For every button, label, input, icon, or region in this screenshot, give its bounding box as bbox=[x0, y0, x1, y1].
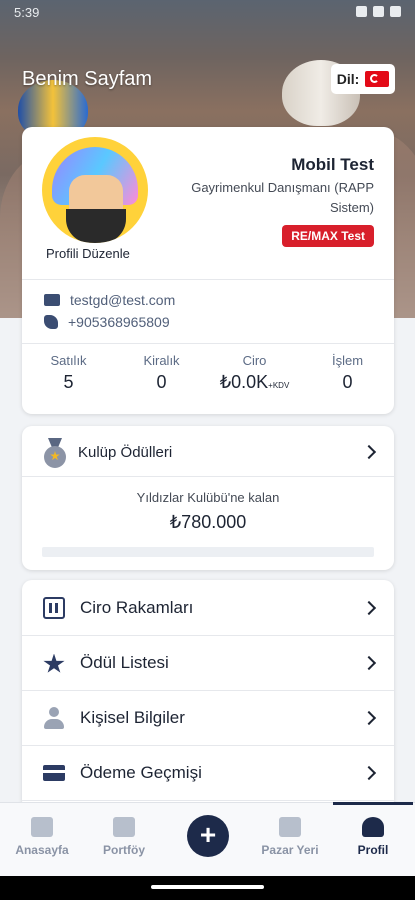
office-badge: RE/MAX Test bbox=[282, 225, 374, 247]
menu-item-odul[interactable]: Ödül Listesi bbox=[22, 635, 394, 691]
profile-title: Gayrimenkul Danışmanı (RAPP Sistem) bbox=[191, 180, 374, 215]
stat-value: 0 bbox=[156, 372, 167, 392]
system-icons bbox=[356, 6, 401, 17]
profile-name: Mobil Test bbox=[291, 155, 374, 174]
club-subtitle: Yıldızlar Kulübü'ne kalan bbox=[136, 490, 280, 505]
club-awards-card: Kulüp Ödülleri Yıldızlar Kulübü'ne kalan… bbox=[22, 426, 394, 570]
divider bbox=[22, 343, 394, 344]
nav-label: Profil bbox=[357, 843, 389, 857]
chevron-right-icon bbox=[361, 765, 377, 780]
phone-icon bbox=[44, 315, 58, 329]
page-title: Benim Sayfam bbox=[22, 68, 153, 90]
nav-marketplace[interactable]: Pazar Yeri bbox=[250, 803, 330, 877]
menu-card: Ciro Rakamları Ödül Listesi Kişisel Bilg… bbox=[22, 580, 394, 810]
stat-islem: İşlem 0 bbox=[308, 353, 388, 393]
email-text: testgd@test.com bbox=[70, 292, 176, 308]
chevron-right-icon bbox=[361, 444, 377, 460]
menu-item-odeme[interactable]: Ödeme Geçmişi bbox=[22, 745, 394, 801]
award-icon bbox=[43, 651, 65, 675]
add-button[interactable]: + bbox=[187, 815, 229, 857]
stat-kiralik: Kiralık 0 bbox=[122, 353, 202, 393]
nav-label: Anasayfa bbox=[15, 843, 69, 857]
stat-ciro: Ciro ₺0.0K+KDV bbox=[215, 353, 295, 393]
edit-profile-link[interactable]: Profili Düzenle bbox=[46, 246, 130, 261]
home-gesture-pill[interactable] bbox=[151, 885, 264, 889]
portfolio-icon bbox=[113, 817, 135, 837]
system-navigation-bar bbox=[0, 876, 415, 900]
menu-item-ciro[interactable]: Ciro Rakamları bbox=[22, 580, 394, 636]
language-label: Dil: bbox=[336, 71, 360, 87]
menu-item-label: Ödeme Geçmişi bbox=[80, 762, 202, 782]
wifi-icon bbox=[356, 6, 367, 17]
chevron-right-icon bbox=[361, 600, 377, 615]
medal-icon bbox=[44, 438, 66, 468]
stat-label: Ciro bbox=[242, 353, 267, 368]
divider bbox=[22, 476, 394, 477]
club-awards-title: Kulüp Ödülleri bbox=[78, 443, 173, 461]
club-remaining-amount: ₺780.000 bbox=[169, 512, 247, 532]
credit-card-icon bbox=[43, 764, 65, 781]
nav-label: Portföy bbox=[103, 843, 145, 857]
nav-home[interactable]: Anasayfa bbox=[2, 803, 82, 877]
stat-value: 5 bbox=[63, 372, 74, 392]
language-selector[interactable]: Dil: bbox=[331, 64, 395, 94]
menu-item-kisisel[interactable]: Kişisel Bilgiler bbox=[22, 690, 394, 746]
stat-label: Satılık bbox=[50, 353, 87, 368]
club-awards-row[interactable]: Kulüp Ödülleri bbox=[22, 436, 394, 468]
stat-satilik: Satılık 5 bbox=[29, 353, 109, 393]
nav-portfolio[interactable]: Portföy bbox=[84, 803, 164, 877]
status-bar: 5:39 bbox=[0, 0, 415, 26]
bottom-navigation: Anasayfa Portföy + Pazar Yeri Profil bbox=[0, 802, 415, 877]
menu-item-label: Kişisel Bilgiler bbox=[80, 707, 185, 727]
stat-suffix: +KDV bbox=[268, 381, 290, 390]
status-time: 5:39 bbox=[14, 5, 40, 20]
email-row[interactable]: testgd@test.com bbox=[44, 292, 175, 308]
home-icon bbox=[31, 817, 53, 837]
stat-value-wrap: ₺0.0K+KDV bbox=[215, 372, 295, 393]
menu-item-label: Ödül Listesi bbox=[80, 652, 169, 672]
avatar[interactable] bbox=[42, 137, 148, 243]
stat-value: ₺0.0K bbox=[219, 372, 269, 392]
profile-icon bbox=[362, 817, 384, 837]
phone-text: +905368965809 bbox=[68, 314, 170, 330]
chevron-right-icon bbox=[361, 655, 377, 670]
calculator-icon bbox=[43, 596, 65, 619]
menu-item-label: Ciro Rakamları bbox=[80, 597, 194, 617]
map-icon bbox=[279, 817, 301, 837]
turkey-flag-icon bbox=[365, 71, 390, 87]
divider bbox=[22, 279, 394, 280]
stat-label: Kiralık bbox=[143, 353, 180, 368]
nav-label: Pazar Yeri bbox=[261, 843, 319, 857]
user-icon bbox=[44, 706, 64, 729]
stats-row: Satılık 5 Kiralık 0 Ciro ₺0.0K+KDV İşlem… bbox=[22, 353, 394, 393]
signal-icon bbox=[373, 6, 384, 17]
club-progress-bar bbox=[42, 547, 374, 557]
stat-label: İşlem bbox=[331, 353, 364, 368]
phone-row[interactable]: +905368965809 bbox=[44, 314, 170, 330]
mail-icon bbox=[44, 294, 60, 306]
stat-value: 0 bbox=[342, 372, 353, 392]
profile-card: Profili Düzenle Mobil Test Gayrimenkul D… bbox=[22, 127, 394, 414]
battery-icon bbox=[390, 6, 401, 17]
chevron-right-icon bbox=[361, 710, 377, 725]
nav-profile[interactable]: Profil bbox=[333, 802, 413, 877]
